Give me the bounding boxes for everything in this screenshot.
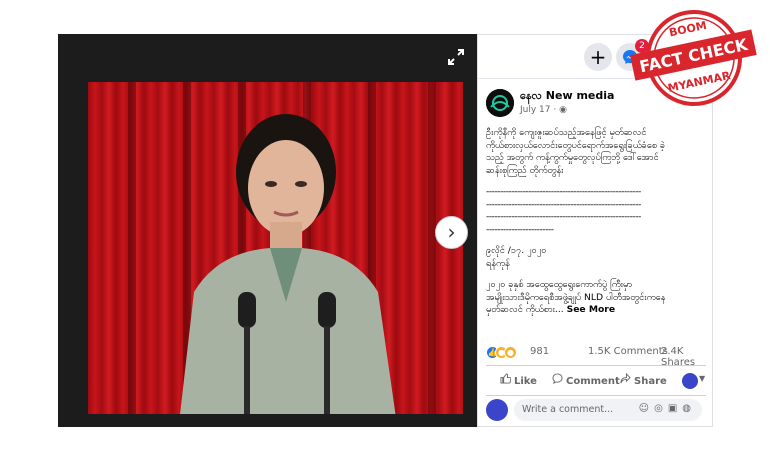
gif-icon[interactable]: ▣: [668, 403, 682, 414]
divider-line: ----------------------------------------…: [486, 186, 641, 197]
page-logo: [486, 89, 514, 117]
comment-button[interactable]: Comment: [552, 373, 620, 387]
chevron-right-icon: ›: [447, 220, 456, 244]
post-line: မှတ်ဆလင် ကိုယ်စား... See More: [486, 304, 708, 317]
thumbs-up-icon: [500, 373, 512, 387]
curtain-fold: [128, 82, 136, 414]
comments-count[interactable]: 1.5K Comments: [588, 346, 668, 357]
like-label: Like: [514, 376, 537, 387]
like-button[interactable]: Like: [500, 373, 537, 387]
sticker-icon[interactable]: ◍: [682, 403, 696, 414]
divider: [486, 395, 706, 396]
comment-label: Comment: [566, 376, 620, 387]
expand-icon[interactable]: [445, 48, 467, 70]
post-line: သည့် အတွက် ကန့်ကွက်မှုတွေ​လုပ်ကြဘို့ ဒေါ…: [486, 152, 659, 163]
comment-placeholder: Write a comment...: [522, 404, 614, 415]
post-photo[interactable]: [88, 82, 463, 414]
post-location: ရန်ကုန်: [486, 257, 510, 269]
post-line: ၂၀၂၀ ခုနှစ် အထွေထွေရွေးကောက်ပွဲ ကြီးမှာ: [486, 279, 633, 290]
post-line: ဆန်းစုကြည် တိုက်တွန်း: [486, 164, 564, 176]
share-label: Share: [634, 376, 667, 387]
comment-composer: Write a comment... ☺◎▣◍: [486, 399, 706, 423]
curtain-fold: [428, 82, 436, 414]
camera-icon[interactable]: ◎: [654, 403, 668, 414]
post-dateline: ၉လိုင် /၁၇. ၂၀၂၀: [486, 245, 547, 256]
divider: [486, 365, 706, 366]
emoji-icon[interactable]: ☺: [639, 403, 654, 414]
post-line-text: မှတ်ဆလင် ကိုယ်စား...: [486, 304, 564, 315]
post-body: ဦးကိုနီကို ကျေးဇူးဆပ်သည့်အနေဖြင့် မှတ်ဆလ…: [486, 127, 708, 317]
action-bar: Like Comment Share ▼: [486, 371, 706, 391]
comment-input[interactable]: Write a comment... ☺◎▣◍: [514, 399, 702, 421]
see-more-link[interactable]: See More: [567, 304, 616, 315]
divider-line: ----------------------------------------…: [486, 211, 641, 222]
divider-line: ----------------------------------------…: [486, 198, 641, 210]
reaction-count[interactable]: 981: [530, 346, 549, 357]
next-photo-button[interactable]: ›: [435, 216, 468, 249]
share-button[interactable]: Share: [620, 372, 667, 387]
fact-check-stamp: BOOM FACT CHECK MYANMAR: [630, 10, 757, 106]
caret-down-icon[interactable]: ▼: [699, 374, 705, 383]
comment-tools: ☺◎▣◍: [639, 403, 696, 414]
post-date-text: July 17 ·: [520, 105, 560, 115]
profile-selector[interactable]: [682, 373, 698, 389]
post-line: အမျိုးသားဒီမိုကရေစီအဖွဲ့ချုပ် NLD ပါတီအတ…: [486, 291, 666, 303]
speaker-figure: [180, 114, 396, 414]
page-name[interactable]: နေလ New media: [520, 89, 614, 105]
share-icon: [620, 372, 631, 387]
reactions-bar: 👍● ● 981 1.5K Comments 2.4K Shares: [486, 345, 708, 368]
globe-icon: ◉: [559, 105, 567, 115]
post-date[interactable]: July 17 · ◉: [520, 105, 567, 115]
create-button[interactable]: +: [584, 43, 612, 71]
wow-icon: ●: [504, 346, 517, 359]
divider-line: ------------------------: [486, 223, 554, 235]
page-avatar[interactable]: [486, 89, 514, 117]
comment-icon: [552, 373, 563, 387]
plus-icon: +: [589, 45, 607, 69]
post-line: ကိုယ်စားလှယ်လောင်းတွေ​ပင်ရောက်အရွေးခြယ်ခ…: [486, 139, 666, 151]
photo-viewer: ›: [58, 34, 477, 427]
reaction-icons[interactable]: 👍● ●: [486, 346, 517, 359]
post-line: ဦးကိုနီကို ကျေးဇူးဆပ်သည့်အနေဖြင့် မှတ်ဆလ…: [486, 127, 647, 138]
user-avatar[interactable]: [486, 399, 508, 421]
